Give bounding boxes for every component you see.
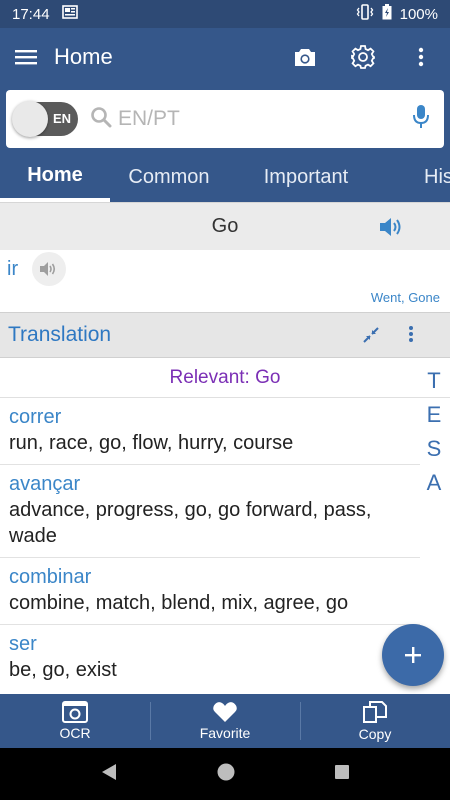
- copy-icon: [363, 701, 387, 723]
- language-toggle[interactable]: EN: [12, 101, 78, 137]
- index-letter-t[interactable]: T: [424, 364, 444, 398]
- status-time: 17:44: [12, 5, 50, 23]
- heart-icon: [213, 702, 237, 722]
- home-icon[interactable]: [216, 762, 236, 787]
- hamburger-icon: [15, 50, 37, 65]
- vibrate-icon: [356, 4, 374, 24]
- section-title: Translation: [8, 323, 112, 346]
- mic-icon[interactable]: [412, 104, 430, 135]
- toggle-label: EN: [53, 111, 72, 126]
- tab-bar: Home Common Important His: [0, 152, 450, 202]
- entry-en: advance, progress, go, go forward, pass,…: [9, 499, 372, 547]
- translation-list: correr run, race, go, flow, hurry, cours…: [0, 398, 420, 691]
- battery-icon: [382, 4, 392, 24]
- add-button[interactable]: [382, 624, 444, 686]
- entry-pt: avançar: [9, 473, 81, 495]
- collapse-icon[interactable]: [362, 326, 380, 349]
- settings-button[interactable]: [334, 28, 392, 86]
- list-item[interactable]: correr run, race, go, flow, hurry, cours…: [0, 398, 420, 465]
- copy-button[interactable]: Copy: [300, 694, 450, 748]
- entry-en: be, go, exist: [9, 659, 117, 681]
- back-icon[interactable]: [100, 763, 118, 786]
- favorite-button[interactable]: Favorite: [150, 694, 300, 748]
- list-item[interactable]: avançar advance, progress, go, go forwar…: [0, 465, 420, 558]
- query-word-row: Go: [0, 202, 450, 250]
- status-bar: 17:44 100%: [0, 0, 450, 28]
- speaker-icon[interactable]: [378, 215, 406, 244]
- search-area: EN: [0, 86, 450, 152]
- index-letter-e[interactable]: E: [424, 398, 444, 432]
- ocr-icon: [62, 701, 88, 723]
- translation-speaker-button[interactable]: [32, 252, 66, 286]
- more-options-button[interactable]: [392, 28, 450, 86]
- main-translation: ir Went, Gone: [0, 250, 450, 312]
- more-vert-icon: [418, 47, 424, 67]
- gear-icon: [351, 45, 375, 69]
- main-translation-word[interactable]: ir: [7, 258, 18, 281]
- favorite-label: Favorite: [199, 725, 251, 741]
- tab-history[interactable]: His: [384, 152, 450, 202]
- system-nav-bar: [0, 748, 450, 800]
- ocr-button[interactable]: OCR: [0, 694, 150, 748]
- menu-button[interactable]: [0, 28, 52, 86]
- battery-level: 100%: [399, 5, 438, 23]
- search-input[interactable]: [118, 107, 388, 131]
- bottom-bar: OCR Favorite Copy: [0, 694, 450, 748]
- side-index: T E S A: [424, 364, 444, 500]
- entry-pt: correr: [9, 406, 62, 428]
- speaker-icon: [40, 262, 56, 276]
- tab-home[interactable]: Home: [0, 152, 110, 202]
- verb-forms: Went, Gone: [370, 290, 440, 305]
- app-bar: Home: [0, 28, 450, 86]
- search-icon: [90, 106, 112, 133]
- entry-en: run, race, go, flow, hurry, course: [9, 432, 294, 454]
- camera-icon: [295, 49, 315, 66]
- tab-important[interactable]: Important: [228, 152, 384, 202]
- toggle-knob: [12, 101, 48, 137]
- plus-icon: [405, 647, 421, 663]
- tab-common[interactable]: Common: [110, 152, 228, 202]
- query-word: Go: [211, 215, 239, 237]
- list-item[interactable]: ser be, go, exist: [0, 625, 420, 691]
- entry-pt: ser: [9, 633, 37, 655]
- translation-section-header: Translation: [0, 312, 450, 358]
- camera-button[interactable]: [276, 28, 334, 86]
- search-box: EN: [6, 90, 444, 148]
- list-item[interactable]: combinar combine, match, blend, mix, agr…: [0, 558, 420, 625]
- recents-icon[interactable]: [334, 764, 350, 785]
- entry-pt: combinar: [9, 566, 92, 588]
- ocr-label: OCR: [59, 725, 91, 741]
- page-title: Home: [54, 44, 113, 69]
- relevant-label: Relevant: Go: [0, 358, 450, 398]
- section-more-icon[interactable]: [408, 324, 414, 349]
- index-letter-s[interactable]: S: [424, 432, 444, 466]
- entry-en: combine, match, blend, mix, agree, go: [9, 592, 349, 614]
- news-icon: [61, 5, 78, 23]
- index-letter-a[interactable]: A: [424, 466, 444, 500]
- copy-label: Copy: [358, 726, 392, 742]
